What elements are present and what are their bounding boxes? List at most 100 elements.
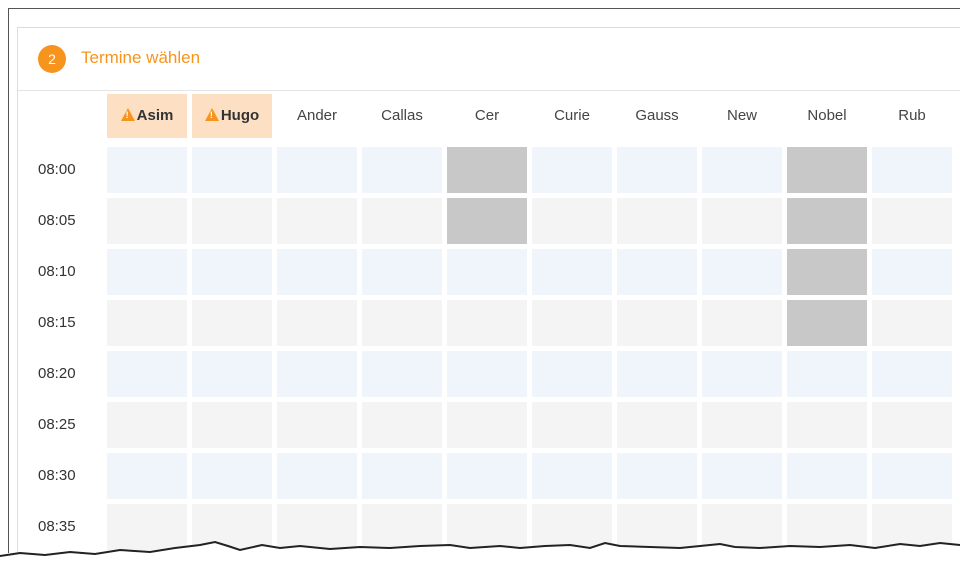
time-slot[interactable]	[277, 249, 357, 295]
column-header-label: Rub	[898, 107, 926, 124]
time-slot[interactable]	[787, 453, 867, 499]
time-slot[interactable]	[362, 249, 442, 295]
time-slot[interactable]	[617, 351, 697, 397]
time-slot[interactable]	[532, 198, 612, 244]
column-header-ander: Ander	[277, 94, 357, 138]
time-slot[interactable]	[362, 147, 442, 193]
time-slot[interactable]	[277, 351, 357, 397]
time-label: 08:30	[38, 467, 76, 484]
time-slot[interactable]	[617, 300, 697, 346]
time-slot-blocked	[787, 147, 867, 193]
time-slot[interactable]	[192, 249, 272, 295]
time-slot-blocked	[447, 198, 527, 244]
appointment-panel: 2 Termine wählen Asim Hugo Ander Callas Cer C…	[17, 27, 960, 554]
time-slot-blocked	[787, 300, 867, 346]
time-label: 08:00	[38, 161, 76, 178]
column-header-asim: Asim	[107, 94, 187, 138]
time-label: 08:15	[38, 314, 76, 331]
column-header-hugo: Hugo	[192, 94, 272, 138]
time-slot[interactable]	[107, 300, 187, 346]
time-slot[interactable]	[362, 351, 442, 397]
column-header-label: Ander	[296, 107, 338, 124]
column-header-label: New	[726, 107, 757, 124]
time-slot[interactable]	[447, 351, 527, 397]
column-header-gauss: Gauss	[617, 94, 697, 138]
time-slot[interactable]	[617, 198, 697, 244]
time-label: 08:05	[38, 212, 76, 229]
time-slot[interactable]	[447, 300, 527, 346]
column-header-new: New	[702, 94, 782, 138]
time-slot[interactable]	[532, 300, 612, 346]
time-slot[interactable]	[872, 351, 952, 397]
frame-left-border	[8, 8, 9, 553]
column-header-curie: Curie	[532, 94, 612, 138]
column-header-label: Callas	[381, 107, 423, 124]
time-slot[interactable]	[192, 402, 272, 448]
step-number-badge: 2	[38, 45, 66, 73]
time-slot[interactable]	[532, 249, 612, 295]
time-slot[interactable]	[532, 402, 612, 448]
time-label: 08:25	[38, 416, 76, 433]
time-slot[interactable]	[532, 147, 612, 193]
time-slot[interactable]	[872, 453, 952, 499]
time-slot[interactable]	[277, 453, 357, 499]
time-slot[interactable]	[192, 300, 272, 346]
frame-top-border	[8, 8, 960, 9]
column-header-label: Nobel	[807, 107, 847, 124]
time-slot[interactable]	[872, 198, 952, 244]
column-header-label: Gauss	[635, 107, 679, 124]
column-header-label: Cer	[474, 107, 500, 124]
time-slot[interactable]	[447, 453, 527, 499]
time-slot[interactable]	[192, 147, 272, 193]
time-slot[interactable]	[362, 453, 442, 499]
time-slot[interactable]	[702, 300, 782, 346]
time-label: 08:10	[38, 263, 76, 280]
time-slot[interactable]	[702, 453, 782, 499]
torn-edge	[0, 540, 960, 569]
time-slot[interactable]	[872, 147, 952, 193]
time-slot[interactable]	[107, 351, 187, 397]
column-header-cer: Cer	[447, 94, 527, 138]
time-slot[interactable]	[702, 402, 782, 448]
time-slot[interactable]	[277, 147, 357, 193]
time-slot[interactable]	[277, 300, 357, 346]
time-slot-blocked	[787, 198, 867, 244]
time-slot[interactable]	[702, 351, 782, 397]
time-slot[interactable]	[532, 453, 612, 499]
time-slot[interactable]	[702, 198, 782, 244]
time-slot[interactable]	[617, 453, 697, 499]
time-slot[interactable]	[192, 453, 272, 499]
time-slot[interactable]	[787, 402, 867, 448]
time-slot[interactable]	[277, 198, 357, 244]
time-slot[interactable]	[362, 198, 442, 244]
time-slot[interactable]	[872, 402, 952, 448]
time-slot[interactable]	[872, 300, 952, 346]
time-slot[interactable]	[362, 402, 442, 448]
time-slot[interactable]	[617, 402, 697, 448]
time-slot[interactable]	[702, 249, 782, 295]
column-header-nobel: Nobel	[787, 94, 867, 138]
warning-icon	[120, 108, 135, 121]
time-slot[interactable]	[617, 249, 697, 295]
time-slot[interactable]	[107, 402, 187, 448]
panel-header: 2 Termine wählen	[18, 28, 960, 91]
column-header-rub: Rub	[872, 94, 952, 138]
time-slot[interactable]	[447, 249, 527, 295]
column-header-label: Curie	[554, 107, 590, 124]
time-slot[interactable]	[702, 147, 782, 193]
time-slot[interactable]	[447, 402, 527, 448]
time-slot[interactable]	[872, 249, 952, 295]
time-slot[interactable]	[192, 351, 272, 397]
time-slot[interactable]	[107, 249, 187, 295]
column-header-callas: Callas	[362, 94, 442, 138]
time-slot[interactable]	[277, 402, 357, 448]
time-slot[interactable]	[617, 147, 697, 193]
time-slot[interactable]	[532, 351, 612, 397]
time-slot[interactable]	[362, 300, 442, 346]
time-slot[interactable]	[192, 198, 272, 244]
time-slot[interactable]	[107, 453, 187, 499]
time-slot[interactable]	[787, 351, 867, 397]
panel-title[interactable]: Termine wählen	[81, 48, 200, 68]
time-slot[interactable]	[107, 147, 187, 193]
time-slot[interactable]	[107, 198, 187, 244]
